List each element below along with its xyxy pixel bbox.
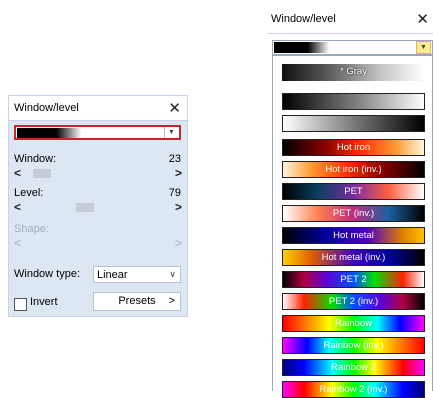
colormap-dropdown[interactable]: ▼ (272, 40, 433, 55)
level-label: Level: (14, 187, 44, 199)
colormap-option-label: Hot metal (333, 230, 374, 241)
colormap-option[interactable]: Hot iron (282, 139, 425, 156)
invert-checkbox[interactable] (14, 298, 27, 311)
presets-button[interactable]: Presets > (93, 292, 181, 311)
slider-right-arrow-icon: > (174, 236, 182, 250)
colormap-option-label: * Gray (340, 66, 367, 77)
colormap-option-label: Hot iron (inv.) (325, 164, 382, 175)
colormap-option-label: Rainbow (335, 318, 372, 329)
slider-thumb[interactable] (76, 203, 95, 212)
invert-label[interactable]: Invert (30, 296, 58, 308)
slider-left-arrow-icon: < (14, 236, 22, 250)
slider-right-arrow-icon[interactable]: > (175, 166, 182, 180)
panel-title: Window/level (271, 13, 336, 25)
panel-title: Window/level (14, 102, 79, 114)
colormap-option-label: PET 2 (340, 274, 367, 285)
window-type-dropdown[interactable]: Linear ∨ (93, 266, 181, 283)
colormap-option-label: Rainbow 2 (inv.) (319, 384, 388, 395)
slider-track[interactable] (26, 203, 170, 212)
window-level-panel-expanded: Window/level ✕ ▼ * Gray Hot iron Hot iron … (268, 5, 433, 398)
window-level-panel: Window/level ✕ ▼ Window: 23 < > Level: 7… (8, 95, 188, 317)
colormap-option[interactable]: Rainbow (inv.) (282, 337, 425, 354)
colormap-option-label: Hot metal (inv.) (321, 252, 386, 263)
chevron-down-icon[interactable]: ▼ (164, 127, 178, 138)
colormap-option[interactable]: PET 2 (282, 271, 425, 288)
shape-slider: < > (14, 236, 182, 250)
colormap-option-label: PET (inv.) (332, 208, 375, 219)
colormap-option-label: Rainbow (inv.) (323, 340, 384, 351)
close-icon[interactable]: ✕ (168, 101, 181, 116)
colormap-dropdown[interactable]: ▼ (14, 125, 181, 140)
colormap-option[interactable] (282, 115, 425, 132)
colormap-option[interactable]: PET (inv.) (282, 205, 425, 222)
slider-left-arrow-icon[interactable]: < (14, 166, 21, 180)
window-slider[interactable]: < > (14, 166, 182, 180)
colormap-option-label: PET 2 (inv.) (328, 296, 379, 307)
shape-label: Shape: (14, 223, 49, 235)
colormap-option[interactable]: Rainbow 2 (282, 359, 425, 376)
window-value: 23 (168, 153, 181, 165)
colormap-option[interactable]: PET 2 (inv.) (282, 293, 425, 310)
panel-titlebar: Window/level ✕ (9, 96, 187, 121)
window-type-value: Linear (97, 269, 128, 281)
colormap-option[interactable]: Hot iron (inv.) (282, 161, 425, 178)
colormap-option[interactable]: * Gray (282, 64, 425, 81)
window-label: Window: (14, 153, 57, 165)
panel-titlebar: Window/level ✕ (268, 5, 433, 34)
slider-track[interactable] (26, 169, 170, 178)
chevron-down-icon[interactable]: ▼ (416, 41, 431, 54)
presets-label: Presets (118, 295, 156, 307)
colormap-option[interactable]: Rainbow 2 (inv.) (282, 381, 425, 398)
level-slider[interactable]: < > (14, 200, 182, 214)
gray-colormap-swatch (17, 128, 157, 138)
colormap-option[interactable]: Hot metal (282, 227, 425, 244)
colormap-option[interactable] (282, 93, 425, 110)
colormap-option-label: Hot iron (336, 142, 371, 153)
chevron-right-icon: > (168, 295, 175, 307)
slider-right-arrow-icon[interactable]: > (175, 200, 182, 214)
colormap-option[interactable]: PET (282, 183, 425, 200)
colormap-option[interactable]: Rainbow (282, 315, 425, 332)
gray-colormap-swatch (274, 42, 394, 53)
colormap-option-label: Rainbow 2 (331, 362, 376, 373)
window-type-label: Window type: (14, 268, 81, 280)
slider-left-arrow-icon[interactable]: < (14, 200, 21, 214)
colormap-list: * Gray Hot iron Hot iron (inv.) PET PET (inv… (272, 55, 433, 398)
colormap-option-label: PET (344, 186, 363, 197)
close-icon[interactable]: ✕ (416, 12, 429, 27)
colormap-option[interactable]: Hot metal (inv.) (282, 249, 425, 266)
slider-thumb[interactable] (32, 169, 51, 178)
level-value: 79 (168, 187, 181, 199)
chevron-down-icon: ∨ (169, 269, 176, 279)
